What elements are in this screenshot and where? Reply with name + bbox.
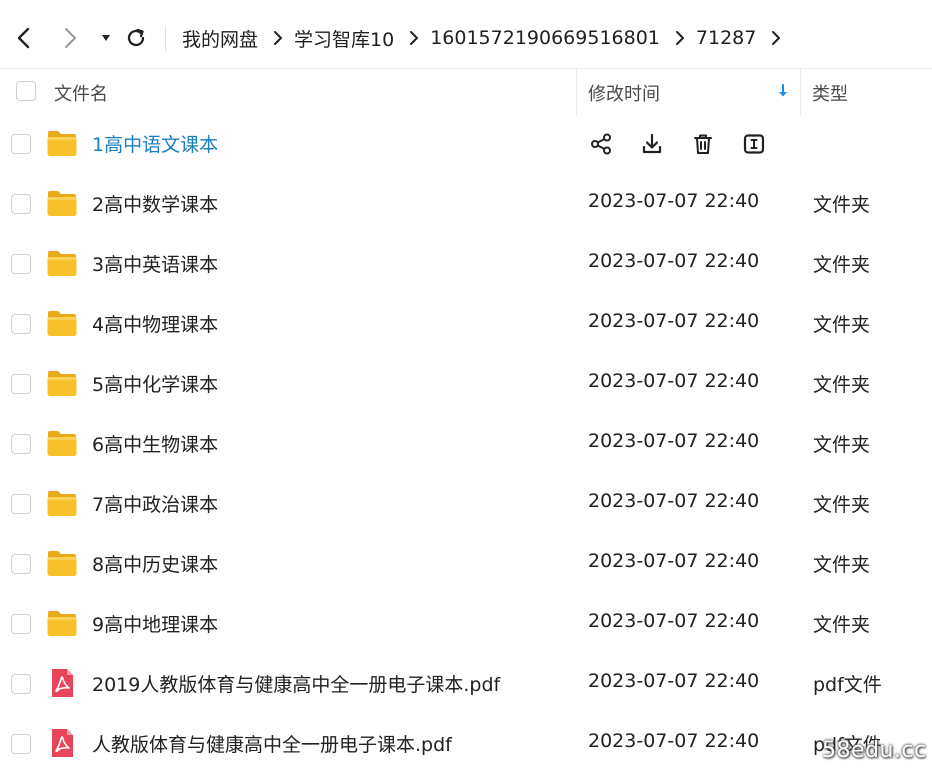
rename-icon[interactable] bbox=[741, 131, 767, 157]
modified-time: 2023-07-07 22:40 bbox=[588, 370, 760, 392]
modified-time: 2023-07-07 22:40 bbox=[588, 190, 760, 212]
folder-icon bbox=[46, 128, 78, 158]
modified-time: 2023-07-07 22:40 bbox=[588, 550, 760, 572]
file-row[interactable]: 7高中政治课本 2023-07-07 22:40 文件夹 bbox=[0, 474, 932, 534]
watermark: 58edu.cc bbox=[822, 738, 927, 763]
share-icon[interactable] bbox=[588, 131, 614, 157]
file-row[interactable]: 6高中生物课本 2023-07-07 22:40 文件夹 bbox=[0, 414, 932, 474]
file-type: 文件夹 bbox=[813, 254, 871, 276]
row-checkbox[interactable] bbox=[11, 134, 31, 154]
refresh-icon bbox=[127, 28, 145, 47]
file-type: 文件夹 bbox=[813, 494, 871, 516]
folder-icon bbox=[46, 488, 78, 518]
breadcrumb-item-id[interactable]: 1601572190669516801 bbox=[430, 27, 660, 49]
breadcrumb: 我的网盘 学习智库10 1601572190669516801 71287 bbox=[182, 24, 792, 52]
modified-time: 2023-07-07 22:40 bbox=[588, 250, 760, 272]
file-row[interactable]: 9高中地理课本 2023-07-07 22:40 文件夹 bbox=[0, 594, 932, 654]
history-dropdown-button[interactable] bbox=[92, 24, 120, 52]
chevron-right-icon bbox=[272, 30, 284, 46]
folder-icon bbox=[46, 308, 78, 338]
back-button[interactable] bbox=[10, 24, 38, 52]
chevron-right-icon bbox=[408, 30, 420, 46]
breadcrumb-item-current[interactable]: 71287 bbox=[696, 27, 756, 49]
file-row[interactable]: 4高中物理课本 2023-07-07 22:40 文件夹 bbox=[0, 294, 932, 354]
row-checkbox[interactable] bbox=[11, 374, 31, 394]
file-type: 文件夹 bbox=[813, 314, 871, 336]
row-checkbox[interactable] bbox=[11, 614, 31, 634]
file-name[interactable]: 3高中英语课本 bbox=[92, 250, 218, 277]
folder-icon bbox=[46, 428, 78, 458]
row-checkbox[interactable] bbox=[11, 434, 31, 454]
row-checkbox[interactable] bbox=[11, 734, 31, 754]
row-checkbox[interactable] bbox=[11, 494, 31, 514]
row-actions bbox=[588, 131, 792, 157]
row-checkbox[interactable] bbox=[11, 314, 31, 334]
file-name[interactable]: 4高中物理课本 bbox=[92, 310, 218, 337]
file-type: 文件夹 bbox=[813, 434, 871, 456]
folder-icon bbox=[46, 248, 78, 278]
file-row[interactable]: 2019人教版体育与健康高中全一册电子课本.pdf 2023-07-07 22:4… bbox=[0, 654, 932, 714]
file-name[interactable]: 2高中数学课本 bbox=[92, 190, 218, 217]
file-name[interactable]: 1高中语文课本 bbox=[92, 130, 218, 157]
file-name[interactable]: 7高中政治课本 bbox=[92, 490, 218, 517]
modified-time: 2023-07-07 22:40 bbox=[588, 610, 760, 632]
column-divider[interactable] bbox=[800, 69, 801, 115]
file-name[interactable]: 5高中化学课本 bbox=[92, 370, 218, 397]
file-row[interactable]: 8高中历史课本 2023-07-07 22:40 文件夹 bbox=[0, 534, 932, 594]
breadcrumb-item-root[interactable]: 我的网盘 bbox=[182, 25, 258, 52]
select-all-checkbox[interactable] bbox=[16, 81, 36, 101]
breadcrumb-item-library[interactable]: 学习智库10 bbox=[294, 25, 394, 52]
toolbar-divider bbox=[165, 26, 166, 52]
file-name[interactable]: 8高中历史课本 bbox=[92, 550, 218, 577]
sort-descending-icon[interactable] bbox=[776, 83, 790, 104]
chevron-right-icon bbox=[674, 30, 686, 46]
row-checkbox[interactable] bbox=[11, 674, 31, 694]
modified-time: 2023-07-07 22:40 bbox=[588, 430, 760, 452]
download-icon[interactable] bbox=[639, 131, 665, 157]
modified-time: 2023-07-07 22:40 bbox=[588, 670, 760, 692]
refresh-button[interactable] bbox=[122, 24, 150, 52]
pdf-icon bbox=[46, 668, 78, 698]
file-row[interactable]: 1高中语文课本 bbox=[0, 114, 932, 174]
delete-icon[interactable] bbox=[690, 131, 716, 157]
modified-time: 2023-07-07 22:40 bbox=[588, 490, 760, 512]
file-type: 文件夹 bbox=[813, 554, 871, 576]
folder-icon bbox=[46, 188, 78, 218]
modified-time: 2023-07-07 22:40 bbox=[588, 310, 760, 332]
chevron-right-icon bbox=[65, 28, 76, 48]
column-header-type[interactable]: 类型 bbox=[812, 80, 848, 106]
file-list-header: 文件名 修改时间 类型 bbox=[0, 68, 932, 115]
navigation-bar: 我的网盘 学习智库10 1601572190669516801 71287 bbox=[0, 10, 932, 68]
file-name[interactable]: 2019人教版体育与健康高中全一册电子课本.pdf bbox=[92, 670, 500, 697]
row-checkbox[interactable] bbox=[11, 254, 31, 274]
folder-icon bbox=[46, 548, 78, 578]
row-checkbox[interactable] bbox=[11, 194, 31, 214]
file-name[interactable]: 人教版体育与健康高中全一册电子课本.pdf bbox=[92, 730, 452, 757]
caret-down-icon bbox=[102, 35, 110, 41]
column-header-modified[interactable]: 修改时间 bbox=[588, 80, 660, 106]
file-row[interactable]: 3高中英语课本 2023-07-07 22:40 文件夹 bbox=[0, 234, 932, 294]
pdf-icon bbox=[46, 728, 78, 758]
column-header-name[interactable]: 文件名 bbox=[54, 80, 108, 106]
row-checkbox[interactable] bbox=[11, 554, 31, 574]
file-type: 文件夹 bbox=[813, 194, 871, 216]
column-divider[interactable] bbox=[576, 69, 577, 115]
file-name[interactable]: 9高中地理课本 bbox=[92, 610, 218, 637]
chevron-right-icon[interactable] bbox=[770, 30, 782, 46]
folder-icon bbox=[46, 608, 78, 638]
chevron-left-icon bbox=[17, 27, 30, 49]
forward-button[interactable] bbox=[56, 24, 84, 52]
modified-time: 2023-07-07 22:40 bbox=[588, 730, 760, 752]
file-type: 文件夹 bbox=[813, 614, 871, 636]
file-row[interactable]: 2高中数学课本 2023-07-07 22:40 文件夹 bbox=[0, 174, 932, 234]
file-name[interactable]: 6高中生物课本 bbox=[92, 430, 218, 457]
file-type: pdf文件 bbox=[813, 674, 882, 696]
file-type: 文件夹 bbox=[813, 374, 871, 396]
file-row[interactable]: 人教版体育与健康高中全一册电子课本.pdf 2023-07-07 22:40 pdf… bbox=[0, 714, 932, 774]
folder-icon bbox=[46, 368, 78, 398]
file-row[interactable]: 5高中化学课本 2023-07-07 22:40 文件夹 bbox=[0, 354, 932, 414]
